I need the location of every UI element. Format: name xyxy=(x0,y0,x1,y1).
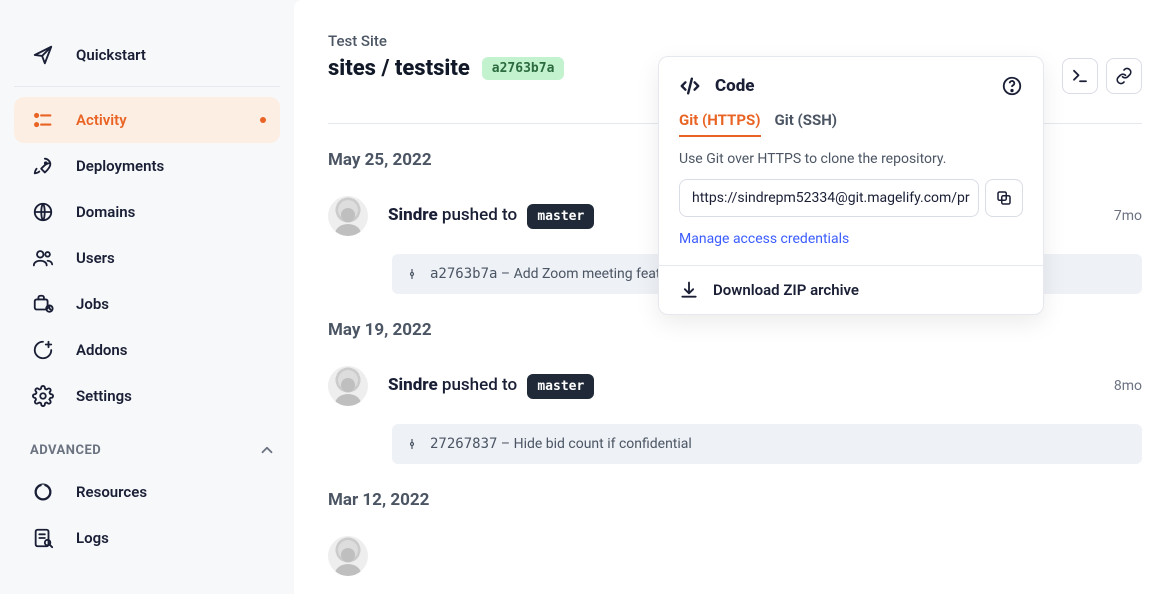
gear-icon xyxy=(32,385,54,407)
sidebar-item-label: Jobs xyxy=(76,295,109,313)
download-label: Download ZIP archive xyxy=(713,281,859,299)
activity-time: 7mo xyxy=(1114,208,1142,224)
sidebar-item-activity[interactable]: Activity xyxy=(14,97,280,143)
terminal-icon xyxy=(1071,67,1089,85)
sidebar-item-label: Settings xyxy=(76,387,132,405)
addons-icon xyxy=(32,339,54,361)
sidebar-item-jobs[interactable]: Jobs xyxy=(14,281,280,327)
avatar xyxy=(328,366,368,406)
sidebar-item-users[interactable]: Users xyxy=(14,235,280,281)
commit-row: 27267837 – Hide bid count if confidentia… xyxy=(392,424,1142,464)
copy-icon xyxy=(995,189,1013,207)
sidebar-item-label: Domains xyxy=(76,203,135,221)
commit-icon xyxy=(406,438,418,450)
advanced-section-toggle[interactable]: ADVANCED xyxy=(0,419,294,469)
branch-badge: master xyxy=(527,374,594,399)
activity-date: May 19, 2022 xyxy=(328,320,1142,340)
sidebar-item-label: Resources xyxy=(76,483,147,501)
commit-badge: a2763b7a xyxy=(482,57,565,80)
branch-badge: master xyxy=(527,204,594,229)
activity-time: 8mo xyxy=(1114,378,1142,394)
tab-git-https[interactable]: Git (HTTPS) xyxy=(679,111,761,137)
link-button[interactable] xyxy=(1106,58,1142,94)
sidebar-item-label: Logs xyxy=(76,529,109,547)
rocket-icon xyxy=(32,155,54,177)
code-description: Use Git over HTTPS to clone the reposito… xyxy=(679,151,1023,167)
activity-action: pushed to xyxy=(438,375,522,395)
paper-plane-icon xyxy=(32,44,54,66)
code-icon xyxy=(679,75,701,97)
resources-icon xyxy=(32,481,54,503)
code-popover: Code Git (HTTPS) Git (SSH) Use Git over … xyxy=(658,56,1044,315)
code-title: Code xyxy=(715,76,755,96)
sidebar-item-addons[interactable]: Addons xyxy=(14,327,280,373)
sidebar-item-label: Addons xyxy=(76,341,127,359)
activity-event xyxy=(328,536,1142,576)
activity-user: Sindre xyxy=(388,375,438,395)
activity-text: Sindre pushed to master xyxy=(388,374,594,399)
breadcrumb: sites / testsite xyxy=(328,56,470,81)
manage-credentials-link[interactable]: Manage access credentials xyxy=(679,231,849,247)
commit-message: Hide bid count if confidential xyxy=(514,436,692,452)
sidebar-item-label: Activity xyxy=(76,111,127,129)
sidebar-item-deployments[interactable]: Deployments xyxy=(14,143,280,189)
help-icon[interactable] xyxy=(1001,75,1023,97)
commit-icon xyxy=(406,268,418,280)
terminal-button[interactable] xyxy=(1062,58,1098,94)
link-icon xyxy=(1115,67,1133,85)
activity-date: Mar 12, 2022 xyxy=(328,490,1142,510)
avatar xyxy=(328,196,368,236)
sidebar-item-logs[interactable]: Logs xyxy=(14,515,280,561)
sidebar-item-domains[interactable]: Domains xyxy=(14,189,280,235)
advanced-label: ADVANCED xyxy=(30,443,101,458)
commit-hash: a2763b7a xyxy=(430,266,497,282)
sidebar-item-label: Quickstart xyxy=(76,46,146,64)
activity-event: Sindre pushed to master 8mo xyxy=(328,366,1142,406)
sidebar: Quickstart Activity Deployments Domains xyxy=(0,0,294,594)
activity-icon xyxy=(32,109,54,131)
activity-text: Sindre pushed to master xyxy=(388,204,594,229)
logs-icon xyxy=(32,527,54,549)
site-label: Test Site xyxy=(328,32,1142,50)
download-icon xyxy=(679,280,699,300)
download-zip-button[interactable]: Download ZIP archive xyxy=(659,265,1043,314)
globe-icon xyxy=(32,201,54,223)
activity-user: Sindre xyxy=(388,205,438,225)
avatar xyxy=(328,536,368,576)
chevron-up-icon xyxy=(258,441,276,459)
main-content: Test Site sites / testsite a2763b7a May … xyxy=(294,0,1176,594)
jobs-icon xyxy=(32,293,54,315)
copy-url-button[interactable] xyxy=(985,179,1023,217)
sidebar-item-resources[interactable]: Resources xyxy=(14,469,280,515)
sidebar-item-label: Users xyxy=(76,249,115,267)
activity-action: pushed to xyxy=(438,205,522,225)
users-icon xyxy=(32,247,54,269)
tab-git-ssh[interactable]: Git (SSH) xyxy=(775,111,838,137)
sidebar-item-quickstart[interactable]: Quickstart xyxy=(14,32,280,78)
divider xyxy=(14,86,280,87)
commit-hash: 27267837 xyxy=(430,436,497,452)
clone-url-input[interactable]: https://sindrepm52334@git.magelify.com/p… xyxy=(679,179,979,217)
commit-message: Add Zoom meeting featur xyxy=(514,266,673,282)
sidebar-item-settings[interactable]: Settings xyxy=(14,373,280,419)
sidebar-item-label: Deployments xyxy=(76,157,164,175)
